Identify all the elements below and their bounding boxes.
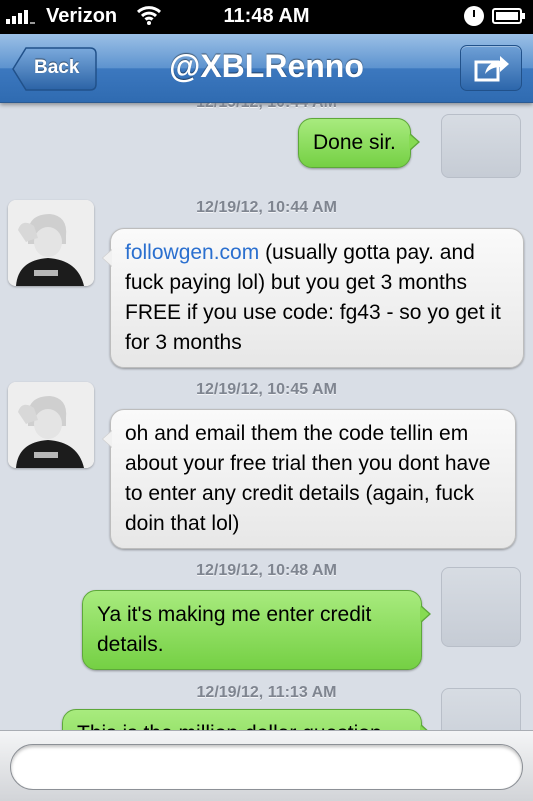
my-avatar (441, 567, 521, 647)
my-avatar (441, 114, 521, 178)
message-timestamp: 12/19/12, 10:44 AM (0, 103, 533, 112)
share-icon (474, 56, 509, 82)
battery-icon (492, 8, 525, 24)
status-bar: Verizon 11:48 AM (0, 0, 533, 34)
share-button[interactable] (460, 45, 522, 91)
message-input[interactable] (10, 744, 523, 790)
contact-avatar[interactable] (8, 200, 94, 286)
conversation-title: @XBLRenno (169, 48, 364, 84)
incoming-message: oh and email them the code tellin em abo… (102, 409, 516, 549)
message-link[interactable]: followgen.com (125, 241, 259, 264)
incoming-message: followgen.com (usually gotta pay. and fu… (102, 228, 524, 368)
outgoing-message: This is the million-dollar question for … (62, 709, 431, 730)
navigation-bar: Back @XBLRenno (0, 34, 533, 103)
outgoing-message: Done sir. (298, 118, 420, 168)
contact-avatar[interactable] (8, 382, 94, 468)
compose-bar (0, 730, 533, 801)
message-list[interactable]: 12/19/12, 10:44 AM Done sir. 12/19/12, 1… (0, 103, 533, 730)
my-avatar (441, 688, 521, 730)
status-time: 11:48 AM (223, 5, 310, 27)
outgoing-message: Ya it's making me enter credit details. (82, 590, 431, 670)
rotation-lock-icon (464, 6, 484, 26)
